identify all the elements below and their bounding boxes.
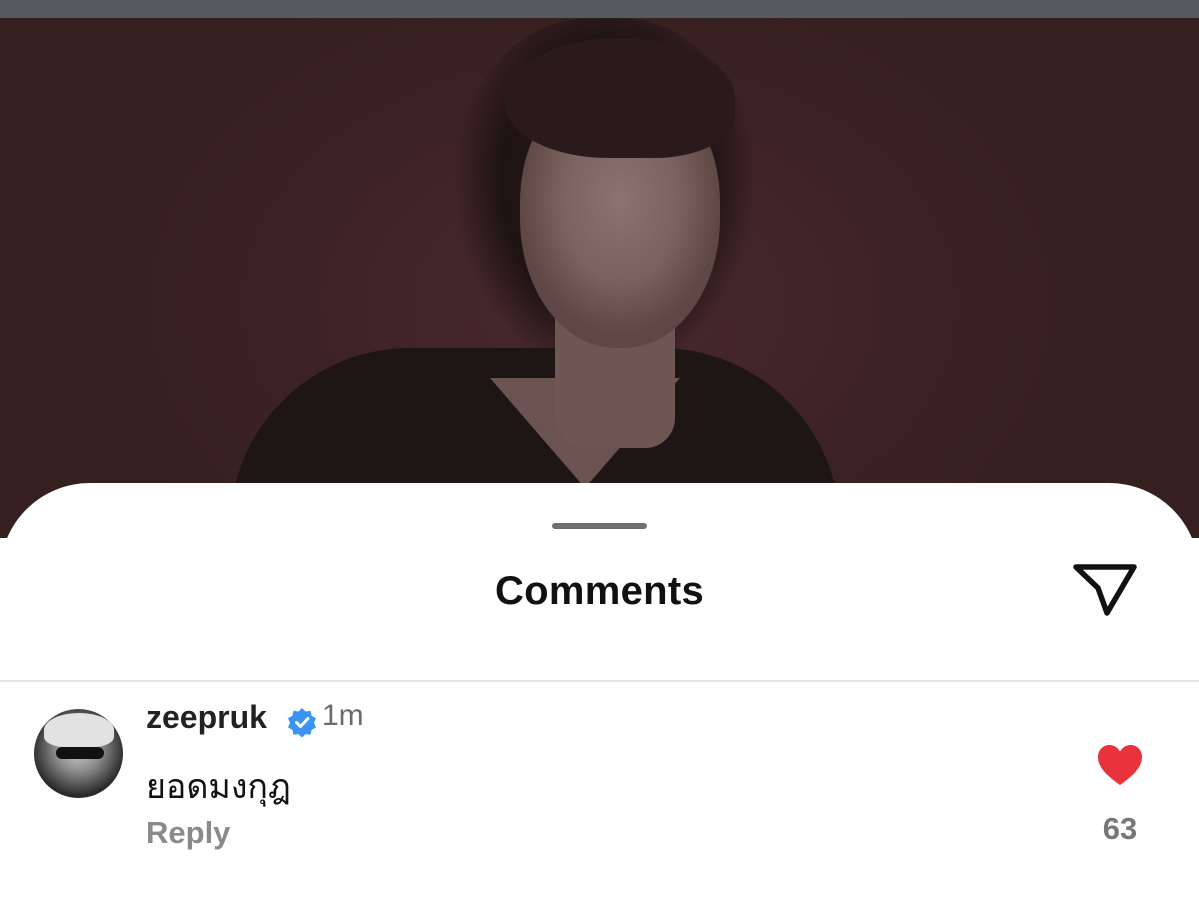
reply-button[interactable]: Reply [146,815,230,851]
post-photo[interactable] [0,18,1199,538]
photo-figure-fringe [505,38,735,158]
comment-item: zeepruk 1m ยอดมงกุฎ Reply 63 [0,693,1199,893]
avatar[interactable] [34,709,123,798]
comments-sheet: Comments zeepruk 1m ยอดมงกุฎ Reply 63 [0,483,1199,900]
verified-badge-icon [287,707,317,738]
sheet-title: Comments [494,569,705,613]
status-bar [0,0,1199,18]
header-divider [0,680,1199,682]
comment-timestamp: 1m [322,699,364,732]
heart-icon[interactable] [1096,743,1144,787]
comment-username[interactable]: zeepruk [146,699,267,736]
comment-text: ยอดมงกุฎ [146,768,291,806]
send-icon[interactable] [1068,559,1142,621]
like-count: 63 [1102,811,1138,846]
sheet-grabber-handle[interactable] [552,523,647,529]
